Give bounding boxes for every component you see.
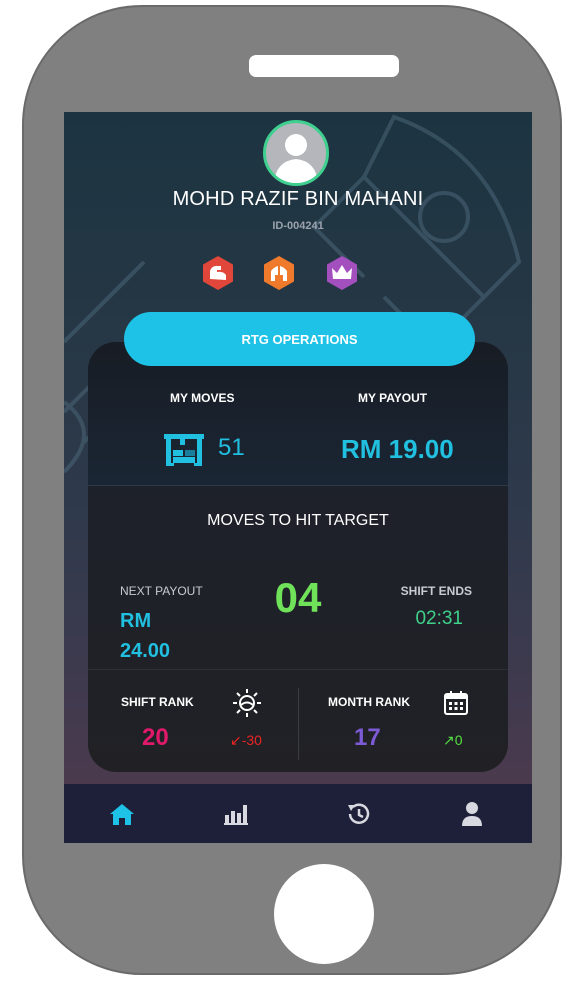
nav-history[interactable] (336, 792, 380, 836)
user-id: ID-004241 (272, 220, 324, 232)
history-icon (348, 803, 370, 824)
next-payout-amount: 24.00 (120, 640, 171, 662)
nav-profile[interactable] (450, 792, 494, 836)
my-moves-value: 51 (218, 434, 245, 461)
phone-home-button[interactable] (274, 864, 374, 964)
rank-divider (298, 688, 299, 760)
month-rank-value: 17 (354, 724, 381, 751)
user-name: MOHD RAZIF BIN MAHANI (172, 188, 424, 210)
rtg-crane-icon (164, 434, 204, 466)
calendar-icon (444, 691, 468, 715)
my-moves-label: MY MOVES (170, 391, 235, 405)
flexed-arm-badge-icon[interactable] (200, 255, 236, 291)
my-payout-label: MY PAYOUT (358, 391, 428, 405)
avatar[interactable] (263, 120, 329, 186)
profile-icon (462, 802, 482, 826)
shift-rank-change: ↙-30 (230, 732, 262, 748)
app-screen: MOHD RAZIF BIN MAHANI ID-004241 RTG OPER… (64, 112, 532, 843)
arrow-down-left-icon: ↙ (230, 732, 242, 748)
user-silhouette-icon (274, 134, 318, 183)
arrow-up-right-icon: ↗ (443, 732, 455, 748)
nav-stats[interactable] (214, 792, 258, 836)
month-rank-label: MONTH RANK (328, 695, 410, 709)
ranks-section: SHIFT RANK 20 ↙-30 MONTH RANK 17 ↗0 (88, 669, 508, 772)
shift-rank-value: 20 (142, 724, 169, 751)
stats-card: MY MOVES MY PAYOUT 51 RM 19.00 MOVES TO … (88, 342, 508, 772)
crown-badge-icon[interactable] (324, 255, 360, 291)
shift-rank-label: SHIFT RANK (121, 695, 194, 709)
phone-speaker (249, 55, 399, 77)
rtg-operations-button[interactable]: RTG OPERATIONS (124, 312, 475, 366)
shift-sun-moon-icon (233, 689, 261, 717)
home-icon (110, 804, 134, 825)
my-payout-value: RM 19.00 (341, 434, 454, 464)
nav-home[interactable] (100, 792, 144, 836)
moves-to-target-title: MOVES TO HIT TARGET (207, 512, 389, 529)
shift-ends-time: 02:31 (415, 608, 463, 629)
shift-ends-label: SHIFT ENDS (400, 584, 472, 598)
bar-chart-icon (224, 805, 248, 825)
helmet-badge-icon[interactable] (261, 255, 297, 291)
bottom-navigation (64, 784, 532, 843)
month-rank-change: ↗0 (443, 732, 463, 748)
